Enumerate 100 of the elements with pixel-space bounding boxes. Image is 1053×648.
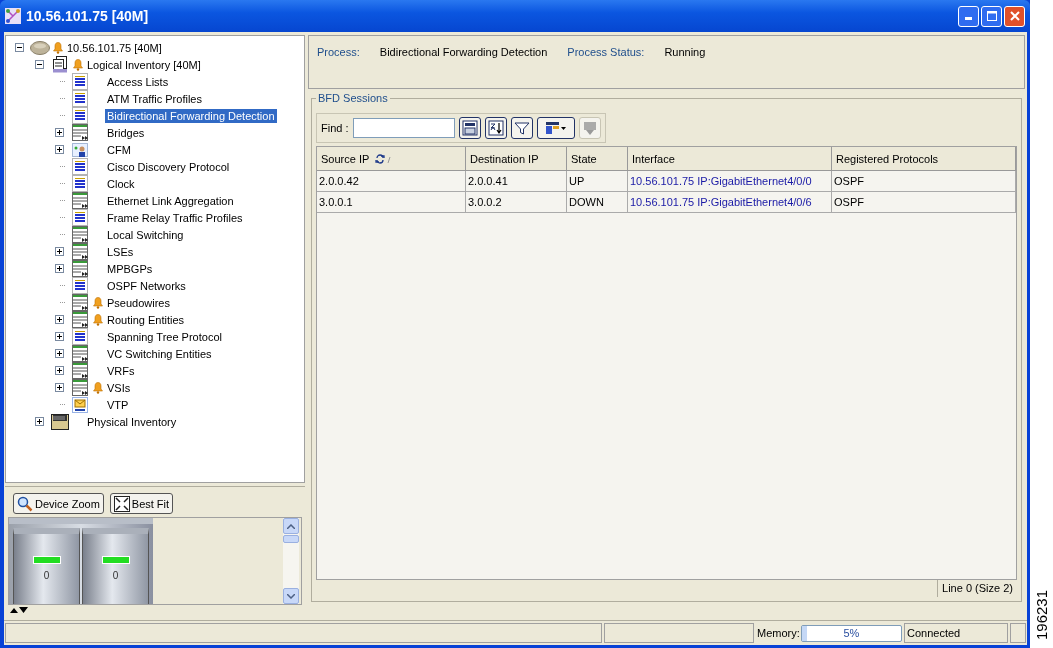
chevron-down-icon [287,593,295,599]
tree-item[interactable]: Local Switching [105,227,186,242]
table-cell: OSPF [832,171,1016,192]
table-icon [72,328,88,345]
expand-icon[interactable] [55,145,64,154]
tree-item[interactable]: Bridges [105,125,147,140]
expand-icon[interactable] [55,264,64,273]
tree-item[interactable]: Clock [105,176,137,191]
scrollbar-thumb[interactable] [283,535,299,543]
table-icon [72,90,88,107]
expand-icon[interactable] [55,366,64,375]
tree-item[interactable]: ATM Traffic Profiles [105,91,204,106]
interface-link[interactable]: 10.56.101.75 IP:GigabitEthernet4/0/0 [628,171,832,192]
collapse-icon[interactable] [15,43,24,52]
memory-label: Memory: [756,627,800,639]
filter-button[interactable] [510,117,533,139]
columns-button[interactable] [536,117,575,139]
table-icon [72,260,88,277]
process-value: Bidirectional Forwarding Detection [379,46,548,58]
window-title: 10.56.101.75 [40M] [26,8,150,24]
tree-item[interactable]: Pseudowires [105,295,172,310]
tree-item[interactable]: MPBGPs [105,261,155,276]
table-icon [72,107,88,124]
table-cell: 2.0.0.41 [466,171,567,192]
figure-number: 196231 [1033,590,1050,640]
tree-item[interactable]: LSEs [105,244,136,259]
table-cell: 3.0.0.2 [466,192,567,213]
table-icon [72,209,88,226]
tree-item[interactable]: CFM [105,142,133,157]
memory-reading: 5% [843,627,860,639]
expand-icon[interactable] [55,332,64,341]
expand-icon[interactable] [55,247,64,256]
table-icon [72,192,88,209]
tree-item[interactable]: Frame Relay Traffic Profiles [105,210,245,225]
table-icon [72,158,88,175]
tree-item[interactable]: Spanning Tree Protocol [105,329,224,344]
minimize-button[interactable] [958,5,979,27]
maximize-button[interactable] [981,5,1002,27]
collapse-icon[interactable] [35,60,44,69]
table-icon [72,175,88,192]
process-status-value: Running [664,46,706,58]
close-button[interactable] [1004,5,1025,27]
status-led [101,556,130,564]
process-label: Process: [317,46,360,58]
router-icon [30,40,50,55]
column-header[interactable]: Source IP [317,147,466,171]
expand-icon[interactable] [55,383,64,392]
tree-item[interactable]: OSPF Networks [105,278,188,293]
table-cell: 3.0.0.1 [317,192,466,213]
scroll-up-button[interactable] [283,518,299,534]
connection-status: Connected [904,623,1008,643]
expand-icon[interactable] [35,417,44,426]
table-icon [72,226,88,243]
fit-arrows-icon [113,495,130,512]
table-icon [72,277,88,294]
column-header[interactable]: Destination IP [466,147,567,171]
scroll-down-button[interactable] [283,588,299,604]
interface-link[interactable]: 10.56.101.75 IP:GigabitEthernet4/0/6 [628,192,832,213]
export-button[interactable] [578,117,601,139]
split-arrows-icon[interactable] [10,606,28,613]
table-icon [72,73,88,90]
save-button[interactable] [458,117,481,139]
column-header[interactable]: Registered Protocols [832,147,1016,171]
tree-item[interactable]: Routing Entities [105,312,187,327]
columns-icon [544,120,567,136]
expand-icon[interactable] [55,315,64,324]
column-header[interactable]: State [567,147,628,171]
status-led [32,556,61,564]
close-icon [1009,11,1020,21]
tree-item[interactable]: Cisco Discovery Protocol [105,159,232,174]
table-icon [72,311,88,328]
tree-item[interactable]: Bidirectional Forwarding Detection [105,108,277,123]
find-field[interactable] [352,118,455,138]
export-icon [581,120,598,136]
tree-item[interactable]: Logical Inventory [40M] [85,57,203,72]
column-header[interactable]: Interface [628,147,832,171]
envelope-icon [72,396,88,413]
expand-icon[interactable] [55,128,64,137]
scrollbar[interactable] [283,518,299,604]
table-icon [72,243,88,260]
table-icon [72,379,88,396]
tree-item[interactable]: 10.56.101.75 [40M] [65,40,164,55]
table-icon [72,294,88,311]
tree-item[interactable]: VTP [105,397,131,412]
chevron-up-icon [287,523,295,529]
best-fit-button[interactable]: Best Fit [109,493,174,514]
tree-item[interactable]: VC Switching Entities [105,346,214,361]
document-icon [52,56,68,73]
table-icon [72,362,88,379]
device-zoom-button[interactable]: Device Zoom [13,493,104,514]
sort-button[interactable] [484,117,507,139]
user-table-icon [72,141,88,158]
chassis-icon [51,413,69,430]
tree-item[interactable]: Physical Inventory [85,414,179,429]
tree-item[interactable]: Ethernet Link Aggregation [105,193,236,208]
tree-item[interactable]: VRFs [105,363,137,378]
maximize-icon [986,11,997,21]
expand-icon[interactable] [55,349,64,358]
tree-item[interactable]: VSIs [105,380,133,395]
tree-item[interactable]: Access Lists [105,74,171,89]
